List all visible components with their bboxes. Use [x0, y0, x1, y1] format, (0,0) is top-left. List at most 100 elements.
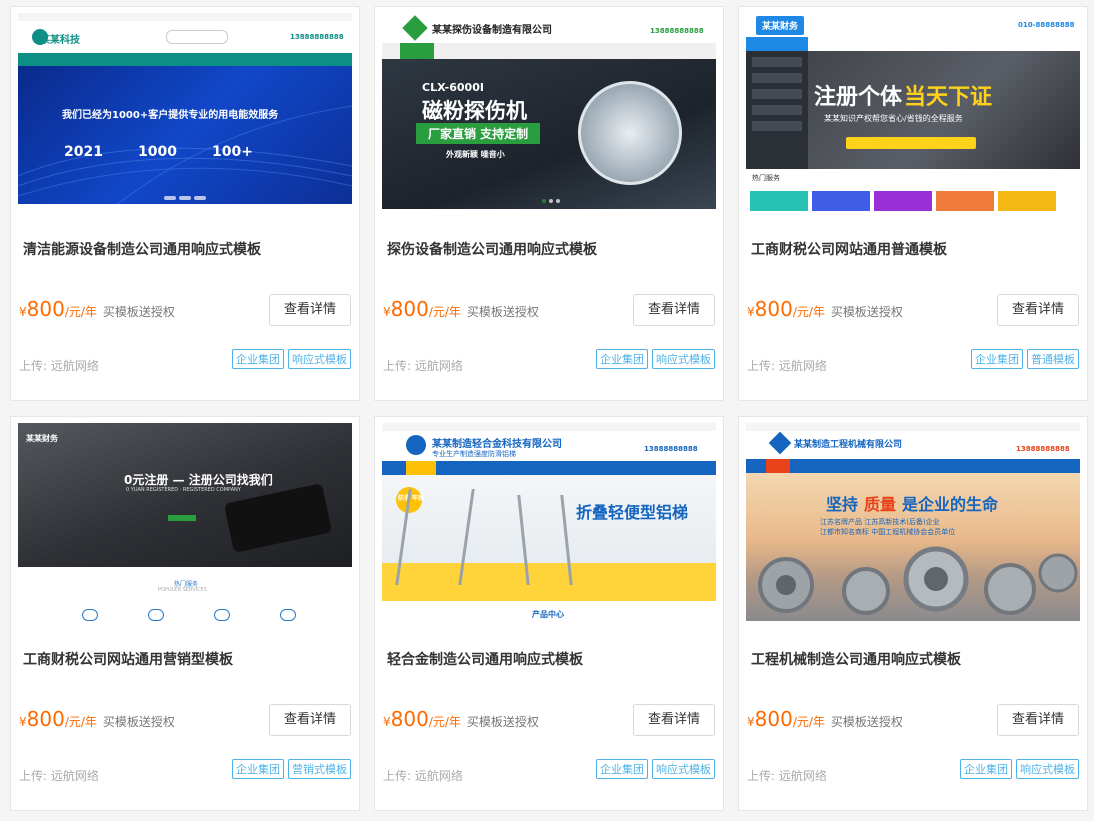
tag[interactable]: 响应式模板	[652, 759, 715, 779]
thumb-logo: 某某制造工程机械有限公司	[794, 440, 903, 450]
price-amount: 800	[390, 297, 429, 321]
uploader: 上传: 远航网络	[19, 769, 99, 783]
tag[interactable]: 响应式模板	[288, 349, 351, 369]
tag[interactable]: 企业集团	[232, 349, 284, 369]
thumb-banner: 某某财务 0元注册 — 注册公司找我们 0 YUAN REGISTERED · …	[18, 423, 352, 567]
category-sidebar	[746, 51, 808, 169]
thumb-logo: 某某制造轻合金科技有限公司	[432, 439, 562, 450]
template-title[interactable]: 探伤设备制造公司通用响应式模板	[387, 239, 597, 259]
template-grid: 某某科技 13888888888 我们已经为1000+客户提供专业的用电能效服务…	[0, 0, 1094, 821]
view-details-button[interactable]: 查看详情	[997, 294, 1079, 326]
price-amount: 800	[754, 707, 793, 731]
logo-icon	[406, 435, 426, 455]
tag[interactable]: 响应式模板	[1016, 759, 1079, 779]
banner-sub: 外观新颖 噪音小	[446, 150, 505, 159]
gears-photo	[758, 546, 1078, 615]
tag-list: 企业集团 普通模板	[971, 349, 1079, 369]
template-card[interactable]: 某某制造工程机械有限公司 13888888888 坚持 质量 是企业的生命 江苏…	[738, 416, 1088, 811]
gift-text: 买模板送授权	[102, 305, 175, 319]
banner-model: CLX-6000I	[422, 81, 484, 94]
template-thumbnail[interactable]: 某某科技 13888888888 我们已经为1000+客户提供专业的用电能效服务…	[18, 13, 352, 211]
uploader: 上传: 远航网络	[747, 359, 827, 373]
tag-list: 企业集团 响应式模板	[596, 759, 715, 779]
tag[interactable]: 营销式模板	[288, 759, 351, 779]
thumb-banner: 注册个体 当天下证 某某知识产权帮您省心/省钱的全程服务	[746, 51, 1080, 169]
tag[interactable]: 企业集团	[596, 759, 648, 779]
view-details-button[interactable]: 查看详情	[633, 704, 715, 736]
template-title[interactable]: 工商财税公司网站通用普通模板	[751, 239, 947, 259]
gift-text: 买模板送授权	[102, 715, 175, 729]
thumb-logo-sub: 专业生产制造强度防滑铝梯	[432, 450, 516, 458]
tag[interactable]: 普通模板	[1027, 349, 1079, 369]
template-card[interactable]: 某某探伤设备制造有限公司 13888888888 CLX-6000I 磁粉探伤机…	[374, 6, 724, 401]
uploader: 上传: 远航网络	[19, 359, 99, 373]
thumb-nav	[746, 459, 1080, 473]
thumb-search	[166, 30, 228, 44]
gift-text: 买模板送授权	[466, 305, 539, 319]
template-title[interactable]: 轻合金制造公司通用响应式模板	[387, 649, 583, 669]
hot-services-title: 热门服务	[752, 174, 780, 182]
view-details-button[interactable]: 查看详情	[997, 704, 1079, 736]
banner-headline: 0元注册 — 注册公司找我们	[124, 473, 273, 487]
service-icons	[750, 191, 1056, 211]
banner-headline: 磁粉探伤机	[422, 99, 527, 123]
price: ¥800/元/年 买模板送授权	[383, 707, 539, 731]
template-card[interactable]: 某某科技 13888888888 我们已经为1000+客户提供专业的用电能效服务…	[10, 6, 360, 401]
service-icons	[82, 609, 296, 621]
tag-list: 企业集团 营销式模板	[232, 759, 351, 779]
thumb-nav	[18, 53, 352, 66]
price: ¥800/元/年 买模板送授权	[19, 707, 175, 731]
thumb-phone: 010-88888888	[1018, 21, 1075, 29]
calculator-photo	[223, 483, 333, 553]
template-card[interactable]: 某某财务 010-88888888 注册个体 当天下证 某某知识产权帮您省心/省…	[738, 6, 1088, 401]
hotline-bar	[846, 137, 976, 149]
template-thumbnail[interactable]: 某某探伤设备制造有限公司 13888888888 CLX-6000I 磁粉探伤机…	[382, 13, 716, 211]
tag-list: 企业集团 响应式模板	[596, 349, 715, 369]
tag-list: 企业集团 响应式模板	[960, 759, 1079, 779]
template-thumbnail[interactable]: 某某财务 0元注册 — 注册公司找我们 0 YUAN REGISTERED · …	[18, 423, 352, 621]
thumb-nav	[382, 461, 716, 475]
section-title: 产品中心	[532, 610, 564, 619]
thumb-phone: 13888888888	[644, 445, 698, 453]
banner-sub: 某某知识产权帮您省心/省钱的全程服务	[824, 114, 963, 123]
banner-headline-a: 注册个体	[814, 85, 903, 110]
thumb-nav	[746, 37, 1080, 52]
view-details-button[interactable]: 查看详情	[269, 704, 351, 736]
thumb-banner: 防滑 牢固 折叠轻便型铝梯	[382, 475, 716, 601]
banner-headline: 折叠轻便型铝梯	[576, 503, 689, 522]
tag[interactable]: 企业集团	[960, 759, 1012, 779]
thumb-banner: 坚持 质量 是企业的生命 江苏名牌产品 江苏高新技术(后备)企业 江都市知名商标…	[746, 473, 1080, 621]
wave-lines	[18, 105, 352, 204]
template-title[interactable]: 工程机械制造公司通用响应式模板	[751, 649, 961, 669]
template-thumbnail[interactable]: 某某制造工程机械有限公司 13888888888 坚持 质量 是企业的生命 江苏…	[746, 423, 1080, 621]
gift-text: 买模板送授权	[830, 715, 903, 729]
template-title[interactable]: 清洁能源设备制造公司通用响应式模板	[23, 239, 261, 259]
tag[interactable]: 企业集团	[971, 349, 1023, 369]
price: ¥800/元/年 买模板送授权	[747, 297, 903, 321]
price-amount: 800	[26, 707, 65, 731]
view-details-button[interactable]: 查看详情	[269, 294, 351, 326]
gift-text: 买模板送授权	[830, 305, 903, 319]
thumb-logo: 某某财务	[756, 16, 805, 35]
price: ¥800/元/年 买模板送授权	[383, 297, 539, 321]
template-card[interactable]: 某某制造轻合金科技有限公司 专业生产制造强度防滑铝梯 13888888888 防…	[374, 416, 724, 811]
tag[interactable]: 企业集团	[596, 349, 648, 369]
template-thumbnail[interactable]: 某某财务 010-88888888 注册个体 当天下证 某某知识产权帮您省心/省…	[746, 13, 1080, 211]
template-card[interactable]: 某某财务 0元注册 — 注册公司找我们 0 YUAN REGISTERED · …	[10, 416, 360, 811]
tag-list: 企业集团 响应式模板	[232, 349, 351, 369]
stat-3: 100+	[212, 144, 253, 160]
thumb-banner: 我们已经为1000+客户提供专业的用电能效服务 2021 1000 100+	[18, 66, 352, 204]
ladder-photo	[395, 489, 475, 585]
tag[interactable]: 企业集团	[232, 759, 284, 779]
price: ¥800/元/年 买模板送授权	[19, 297, 175, 321]
view-details-button[interactable]: 查看详情	[633, 294, 715, 326]
template-thumbnail[interactable]: 某某制造轻合金科技有限公司 专业生产制造强度防滑铝梯 13888888888 防…	[382, 423, 716, 621]
price: ¥800/元/年 买模板送授权	[747, 707, 903, 731]
price-amount: 800	[26, 297, 65, 321]
logo-icon	[32, 29, 48, 45]
thumb-phone: 13888888888	[290, 33, 344, 41]
thumb-phone: 13888888888	[1016, 445, 1070, 453]
tag[interactable]: 响应式模板	[652, 349, 715, 369]
machine-photo	[578, 81, 682, 185]
template-title[interactable]: 工商财税公司网站通用营销型模板	[23, 649, 233, 669]
